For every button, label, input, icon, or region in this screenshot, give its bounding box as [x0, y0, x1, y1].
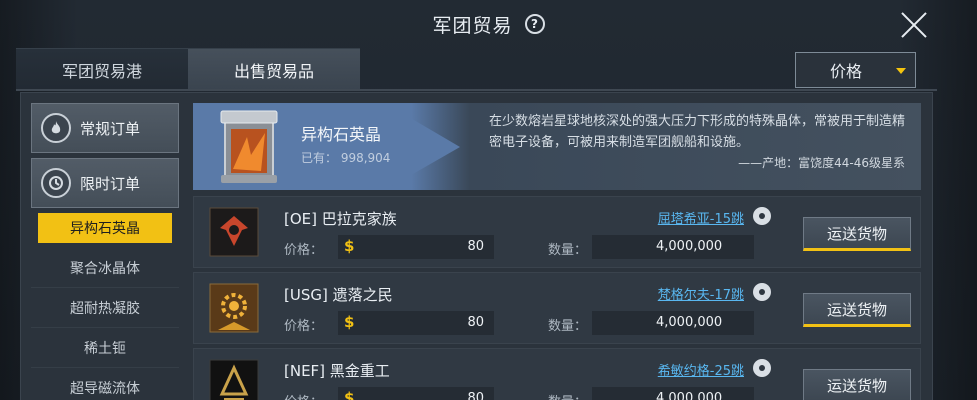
corp-emblem-icon	[209, 283, 259, 333]
quantity-label: 数量：	[548, 391, 587, 400]
help-icon[interactable]: ?	[524, 14, 545, 34]
tab-divider	[16, 89, 937, 91]
sort-dropdown-value: 价格	[830, 62, 863, 81]
sort-dropdown[interactable]: 价格	[795, 52, 916, 88]
featured-goods-owned: 已有： 998,904	[301, 151, 391, 165]
chevron-down-icon	[896, 68, 906, 74]
corp-name: [NEF] 黑金重工	[284, 362, 390, 380]
quantity-field: 4,000,000	[592, 235, 754, 259]
tab-sell-goods[interactable]: 出售贸易品	[188, 48, 360, 90]
corp-name: [USG] 遗落之民	[284, 286, 393, 304]
quantity-value: 4,000,000	[656, 391, 723, 400]
featured-goods-origin: ——产地：富饶度44-46级星系	[738, 156, 905, 170]
category-limited-orders[interactable]: 限时订单	[31, 158, 179, 208]
price-label: 价格：	[284, 243, 324, 258]
sidebar: 常规订单 限时订单 异构石英晶 聚合冰晶体 超耐热凝胶 稀土钷 超导磁流体	[31, 103, 179, 400]
corp-emblem-icon	[209, 359, 259, 400]
location-pin-icon[interactable]	[753, 359, 771, 377]
corp-location-link[interactable]: 梵格尔夫-17跳	[634, 284, 744, 303]
close-icon[interactable]	[899, 10, 929, 40]
corp-name: [OE] 巴拉克家族	[284, 210, 397, 228]
ship-goods-button[interactable]: 运送货物	[803, 217, 911, 251]
price-value: 80	[467, 315, 484, 330]
category-regular-orders[interactable]: 常规订单	[31, 103, 179, 153]
price-field: $ 80	[338, 387, 494, 400]
flame-icon	[41, 113, 71, 143]
order-row: [USG] 遗落之民 梵格尔夫-17跳 价格： $ 80 数量： 4,000,0…	[193, 272, 921, 344]
featured-goods-banner: 异构石英晶 已有： 998,904 在少数熔岩星球地核深处的强大压力下形成的特殊…	[193, 103, 921, 190]
location-pin-icon[interactable]	[753, 207, 771, 225]
tab-legion-trade-port[interactable]: 军团贸易港	[16, 48, 188, 90]
timer-icon	[41, 168, 71, 198]
tab-bar: 军团贸易港 出售贸易品	[16, 48, 360, 90]
price-field: $ 80	[338, 311, 494, 335]
goods-item-polymer-ice[interactable]: 聚合冰晶体	[31, 248, 179, 288]
goods-item-magnetic-fluid[interactable]: 超导磁流体	[31, 368, 179, 400]
goods-item-heat-gel[interactable]: 超耐热凝胶	[31, 288, 179, 328]
corp-emblem-icon	[209, 207, 259, 257]
price-value: 80	[467, 391, 484, 400]
price-value: 80	[467, 239, 484, 254]
category-label: 限时订单	[80, 174, 141, 193]
quantity-value: 4,000,000	[656, 315, 723, 330]
ship-goods-button[interactable]: 运送货物	[803, 293, 911, 327]
window-title: 军团贸易	[432, 14, 513, 37]
price-label: 价格：	[284, 391, 323, 400]
quantity-field: 4,000,000	[592, 387, 754, 400]
quantity-label: 数量：	[548, 319, 588, 334]
corp-location-link[interactable]: 屈塔希亚-15跳	[634, 208, 744, 227]
banner-chevron	[385, 103, 460, 190]
coin-icon: $	[344, 237, 355, 255]
category-label: 常规订单	[80, 119, 141, 138]
order-row: [NEF] 黑金重工 希敏约格-25跳 价格： $ 80 数量： 4,000,0…	[193, 348, 921, 400]
featured-goods-name: 异构石英晶	[301, 125, 382, 144]
corp-location-link[interactable]: 希敏约格-25跳	[634, 360, 744, 379]
goods-list: 异构石英晶 聚合冰晶体 超耐热凝胶 稀土钷 超导磁流体	[31, 213, 179, 400]
quantity-value: 4,000,000	[656, 239, 723, 254]
coin-icon: $	[344, 389, 355, 400]
goods-item-promethium[interactable]: 稀土钷	[31, 328, 179, 368]
price-field: $ 80	[338, 235, 494, 259]
coin-icon: $	[344, 313, 355, 331]
ship-goods-button[interactable]: 运送货物	[803, 369, 911, 400]
price-label: 价格：	[284, 319, 324, 334]
quartz-container-icon	[220, 110, 278, 183]
location-pin-icon[interactable]	[753, 283, 771, 301]
featured-goods-description: 在少数熔岩星球地核深处的强大压力下形成的特殊晶体，常被用于制造精密电子设备，可被…	[489, 114, 906, 150]
quantity-label: 数量：	[548, 243, 588, 258]
title-bar: 军团贸易 ?	[0, 0, 977, 48]
goods-item-isomeric-quartz[interactable]: 异构石英晶	[38, 213, 172, 243]
quantity-field: 4,000,000	[592, 311, 754, 335]
order-row: [OE] 巴拉克家族 屈塔希亚-15跳 价格： $ 80 数量： 4,000,0…	[193, 196, 921, 268]
